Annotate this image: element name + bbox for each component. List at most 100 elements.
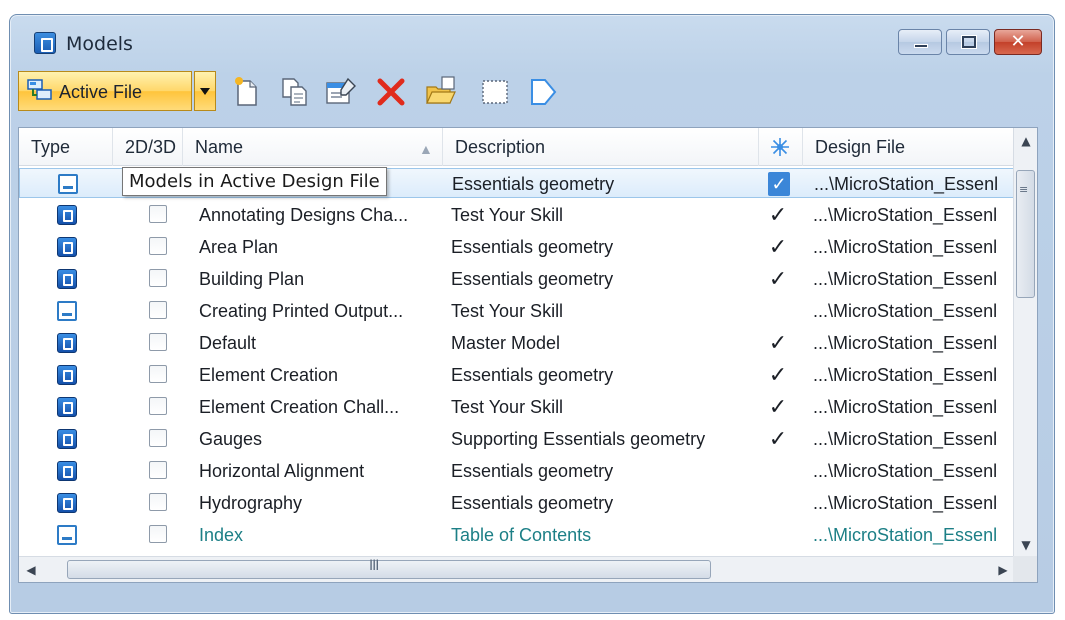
minimize-button[interactable] [898,29,942,55]
checkmark-icon: ✓ [768,426,788,451]
vertical-scrollbar[interactable]: ▲ ≡ ▼ [1013,128,1037,558]
checkmark-icon: ✓ [768,234,788,259]
models-dialog: Models ✕ Active File Type 2D/3D Name ▲ D… [9,14,1055,614]
design-model-icon [57,237,77,257]
horizontal-scrollbar[interactable]: ◀ III ▶ [19,556,1015,582]
checkmark-icon [767,298,789,322]
properties-icon[interactable] [324,75,358,109]
toolbar: Active File [18,67,1048,115]
table-row[interactable]: Horizontal Alignment Essentials geometry.… [19,456,1015,486]
checkmark-icon [767,522,789,546]
select-icon[interactable] [478,75,512,109]
checkmark-icon: ✓ [768,202,788,227]
table-row[interactable]: Creating Printed Output... Test Your Skil… [19,296,1015,326]
new-model-icon[interactable] [230,75,264,109]
dimension-checkbox[interactable] [149,269,167,287]
design-model-icon [57,365,77,385]
close-button[interactable]: ✕ [994,29,1042,55]
model-name: Element Creation Chall... [199,397,400,417]
column-header-description[interactable]: Description [443,128,759,166]
checkmark-icon: ✓ [768,394,788,419]
models-app-icon [34,32,56,54]
dimension-checkbox[interactable] [149,301,167,319]
dimension-checkbox[interactable] [149,205,167,223]
list-header: Type 2D/3D Name ▲ Description Design Fil… [19,128,1015,166]
design-file: ...\MicroStation_Essenl [813,397,998,417]
window-controls: ✕ [898,29,1042,55]
sheet-index-icon[interactable] [526,75,560,109]
checkmark-icon: ✓ [768,172,790,196]
design-model-icon [57,461,77,481]
model-description: Supporting Essentials geometry [451,429,706,449]
model-name: Hydrography [199,493,303,513]
table-row[interactable]: Gauges Supporting Essentials geometry ✓...… [19,424,1015,454]
column-header-design-file[interactable]: Design File [803,128,1015,166]
dimension-checkbox[interactable] [149,525,167,543]
table-row[interactable]: Element Creation Essentials geometry ✓ ...\… [19,360,1015,390]
column-header-name[interactable]: Name ▲ [183,128,443,166]
checkmark-icon [767,458,789,482]
dimension-checkbox[interactable] [149,365,167,383]
design-file: ...\MicroStation_Essenl [813,493,998,513]
scroll-up-icon[interactable]: ▲ [1014,128,1037,154]
dimension-checkbox[interactable] [149,461,167,479]
table-row[interactable]: Hydrography Essentials geometry ...\MicroS… [19,488,1015,518]
design-file: ...\MicroStation_Essenl [813,461,998,481]
scroll-down-icon[interactable]: ▼ [1014,532,1037,558]
table-row[interactable]: Area Plan Essentials geometry ✓ ...\MicroSt… [19,232,1015,262]
sheet-model-icon [58,174,78,194]
design-model-icon [57,429,77,449]
model-description: Essentials geometry [451,461,614,481]
active-file-label: Active File [59,82,143,102]
checkmark-icon: ✓ [768,330,788,355]
minimize-icon [914,44,928,48]
design-model-icon [57,493,77,513]
model-description: Essentials geometry [451,269,614,289]
design-file: ...\MicroStation_Essenl [813,301,998,321]
model-name: Horizontal Alignment [199,461,365,481]
model-name: Area Plan [199,237,279,257]
scroll-right-icon[interactable]: ▶ [991,557,1015,582]
horizontal-scroll-thumb[interactable] [67,560,711,579]
dimension-checkbox[interactable] [149,397,167,415]
title-bar[interactable]: Models ✕ [10,15,1054,65]
design-file: ...\MicroStation_Essenl [813,525,998,545]
model-description: Essentials geometry [451,237,614,257]
import-icon[interactable] [424,75,458,109]
model-name: Index [199,525,244,545]
column-header-master[interactable] [759,128,803,166]
grip-icon: III [369,558,379,574]
checkmark-icon: ✓ [768,362,788,387]
scroll-left-icon[interactable]: ◀ [19,557,43,582]
dimension-checkbox[interactable] [149,493,167,511]
table-row[interactable]: Annotating Designs Cha... Test Your Skill… [19,200,1015,230]
column-header-type[interactable]: Type [19,128,113,166]
master-model-icon [771,138,789,156]
dimension-checkbox[interactable] [149,333,167,351]
table-row[interactable]: Default Master Model ✓ ...\MicroStation_Ess… [19,328,1015,358]
table-row[interactable]: Index Table of Contents ...\MicroStation_E… [19,520,1015,550]
design-file: ...\MicroStation_Essenl [814,174,999,194]
design-file: ...\MicroStation_Essenl [813,269,998,289]
table-row[interactable]: Element Creation Chall... Test Your Skill… [19,392,1015,422]
design-model-icon [57,397,77,417]
design-file: ...\MicroStation_Essenl [813,237,998,257]
dimension-checkbox[interactable] [149,429,167,447]
active-file-button[interactable]: Active File [18,71,192,111]
maximize-button[interactable] [946,29,990,55]
design-file: ...\MicroStation_Essenl [813,365,998,385]
copy-model-icon[interactable] [278,75,312,109]
table-row[interactable]: Building Plan Essentials geometry ✓ ...\Mic… [19,264,1015,294]
sheet-model-icon [57,301,77,321]
column-header-name-label: Name [195,137,244,157]
model-description: Test Your Skill [451,397,564,417]
model-name: Default [199,333,257,353]
column-header-dimension[interactable]: 2D/3D [113,128,183,166]
active-file-icon [27,79,52,100]
model-name: Building Plan [199,269,305,289]
model-description: Test Your Skill [451,301,564,321]
active-file-dropdown[interactable] [194,71,216,111]
dimension-checkbox[interactable] [149,237,167,255]
delete-icon[interactable] [374,75,408,109]
model-description: Essentials geometry [452,174,615,194]
